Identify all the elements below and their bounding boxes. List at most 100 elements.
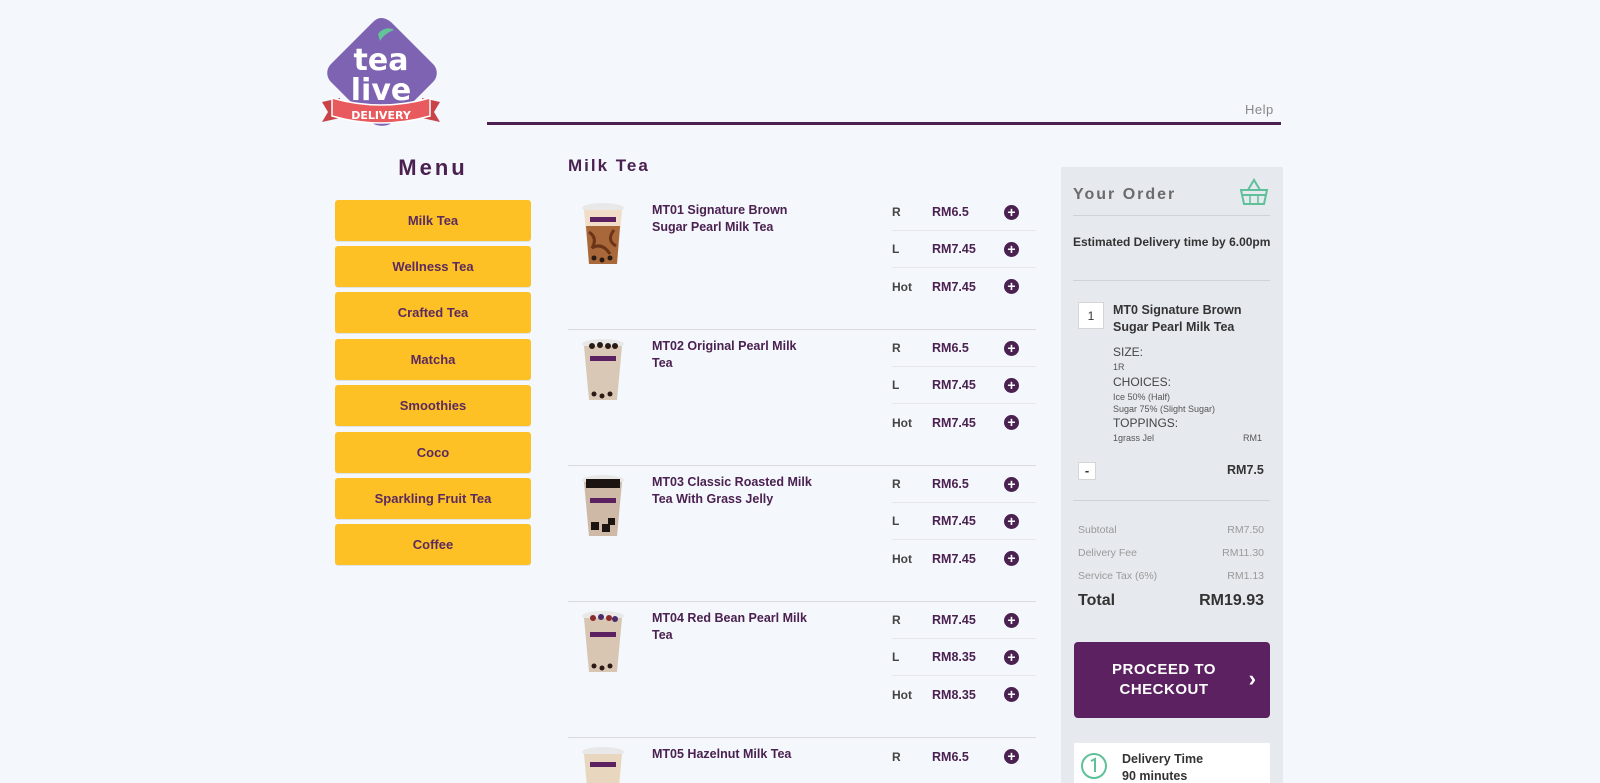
add-to-cart-icon[interactable]: +: [1004, 749, 1019, 764]
menu-item-milk-tea[interactable]: Milk Tea: [335, 200, 531, 241]
size-label: R: [892, 477, 901, 491]
price-label: RM8.35: [932, 687, 976, 702]
price-label: RM6.5: [932, 477, 969, 491]
chevron-right-icon: ›: [1248, 666, 1256, 691]
add-to-cart-icon[interactable]: +: [1004, 513, 1019, 529]
size-label: R: [892, 205, 901, 219]
add-to-cart-icon[interactable]: +: [1004, 204, 1019, 220]
proceed-to-checkout-button[interactable]: PROCEED TO CHECKOUT ›: [1074, 642, 1270, 718]
toppings-heading: TOPPINGS:: [1113, 416, 1179, 430]
add-to-cart-icon[interactable]: +: [1004, 415, 1019, 430]
logo-word-live: live: [351, 73, 411, 108]
size-label: R: [892, 341, 901, 355]
menu-item-coffee[interactable]: Coffee: [335, 524, 531, 565]
product-name: MT04 Red Bean Pearl Milk Tea: [652, 611, 807, 642]
size-row: R RM6.5 +: [892, 330, 1036, 367]
size-row: Hot RM7.45 +: [892, 404, 1036, 441]
add-to-cart-icon[interactable]: +: [1004, 551, 1019, 566]
category-title: Milk Tea: [568, 156, 650, 175]
size-row: L RM8.35 +: [892, 639, 1036, 676]
hazelnut-milk-tea-image: [582, 747, 624, 783]
grass-jelly-milk-tea-image: [582, 475, 624, 536]
size-label: Hot: [892, 687, 912, 702]
order-item-name: MT0 Signature Brown Sugar Pearl Milk Tea: [1113, 303, 1242, 334]
size-row: L RM7.45 +: [892, 503, 1036, 540]
add-to-cart-icon[interactable]: +: [1004, 612, 1019, 628]
delivery-time-text: Delivery Time 90 minutes: [1122, 751, 1203, 783]
product-card: MT02 Original Pearl Milk Tea R RM6.5 + L…: [568, 330, 1036, 466]
price-label: RM7.45: [932, 415, 976, 430]
product-card: MT01 Signature Brown Sugar Pearl Milk Te…: [568, 194, 1036, 330]
order-divider: [1073, 280, 1270, 281]
total-value: RM19.93: [1199, 592, 1264, 609]
size-row: R RM6.5 +: [892, 466, 1036, 503]
choice-sugar: Sugar 75% (Slight Sugar): [1113, 404, 1216, 414]
price-label: RM6.5: [932, 205, 969, 219]
size-row: Hot RM8.35 +: [892, 676, 1036, 713]
order-divider: [1073, 215, 1270, 216]
product-name: MT03 Classic Roasted Milk Tea With Grass…: [652, 475, 812, 506]
add-to-cart-icon[interactable]: +: [1004, 340, 1019, 356]
checkout-label: PROCEED TO CHECKOUT: [1112, 661, 1216, 698]
choices-heading: CHOICES:: [1113, 375, 1172, 389]
size-row: L RM7.45 +: [892, 231, 1036, 268]
price-label: RM7.45: [932, 279, 976, 294]
menu-item-wellness-tea[interactable]: Wellness Tea: [335, 246, 531, 287]
size-label: L: [892, 650, 900, 664]
menu-item-coco[interactable]: Coco: [335, 432, 531, 473]
clock-icon: [1081, 753, 1107, 779]
product-card: MT03 Classic Roasted Milk Tea With Grass…: [568, 466, 1036, 602]
delivery-time-label: Delivery Time: [1122, 752, 1204, 766]
price-label: RM7.45: [932, 613, 976, 627]
delivery-time-value: 90 minutes: [1122, 769, 1188, 783]
size-label: L: [892, 378, 900, 392]
price-label: RM8.35: [932, 650, 976, 664]
brown-sugar-milk-tea-image: [582, 203, 624, 264]
size-row: R RM7.45 +: [892, 602, 1036, 639]
topping-item: 1grass Jel: [1113, 433, 1155, 443]
size-label: L: [892, 242, 900, 256]
size-row: L RM7.45 +: [892, 367, 1036, 404]
add-to-cart-icon[interactable]: +: [1004, 241, 1019, 257]
service-tax-label: Service Tax (6%): [1078, 570, 1158, 582]
size-label: R: [892, 749, 901, 764]
subtotal-label: Subtotal: [1078, 524, 1117, 536]
service-tax-value: RM1.13: [1227, 570, 1264, 582]
price-label: RM6.5: [932, 341, 969, 355]
menu-item-sparkling-fruit-tea[interactable]: Sparkling Fruit Tea: [335, 478, 531, 519]
decrease-quantity-button[interactable]: -: [1078, 462, 1096, 480]
delivery-fee-value: RM11.30: [1222, 547, 1264, 559]
size-label: Hot: [892, 551, 912, 566]
delivery-fee-label: Delivery Fee: [1078, 547, 1137, 559]
size-label: Hot: [892, 279, 912, 294]
order-divider: [1073, 500, 1270, 501]
order-title: Your Order: [1073, 186, 1177, 203]
menu-title: Menu: [398, 155, 468, 180]
header-divider: [487, 122, 1281, 125]
tealive-logo[interactable]: tea live DELIVERY: [320, 14, 442, 132]
menu-item-smoothies[interactable]: Smoothies: [335, 385, 531, 426]
subtotal-value: RM7.50: [1227, 524, 1264, 536]
add-to-cart-icon[interactable]: +: [1004, 377, 1019, 393]
order-item-total: RM7.5: [1227, 463, 1264, 477]
product-card: MT05 Hazelnut Milk Tea R RM6.5 +: [568, 738, 1036, 783]
size-row: Hot RM7.45 +: [892, 540, 1036, 577]
menu-item-matcha[interactable]: Matcha: [335, 339, 531, 380]
price-label: RM7.45: [932, 551, 976, 566]
add-to-cart-icon[interactable]: +: [1004, 476, 1019, 492]
price-label: RM6.5: [932, 749, 969, 764]
size-label: L: [892, 514, 900, 528]
add-to-cart-icon[interactable]: +: [1004, 649, 1019, 665]
basket-icon[interactable]: [1239, 178, 1269, 206]
estimated-delivery-text: Estimated Delivery time by 6.00pm: [1073, 235, 1271, 249]
add-to-cart-icon[interactable]: +: [1004, 279, 1019, 294]
price-label: RM7.45: [932, 514, 976, 528]
price-label: RM7.45: [932, 378, 976, 392]
product-name: MT02 Original Pearl Milk Tea: [652, 339, 797, 370]
quantity-input[interactable]: 1: [1078, 302, 1104, 329]
help-link[interactable]: Help: [1245, 102, 1274, 117]
product-name: MT05 Hazelnut Milk Tea: [652, 747, 792, 761]
size-label: R: [892, 613, 901, 627]
menu-item-crafted-tea[interactable]: Crafted Tea: [335, 292, 531, 333]
add-to-cart-icon[interactable]: +: [1004, 687, 1019, 702]
